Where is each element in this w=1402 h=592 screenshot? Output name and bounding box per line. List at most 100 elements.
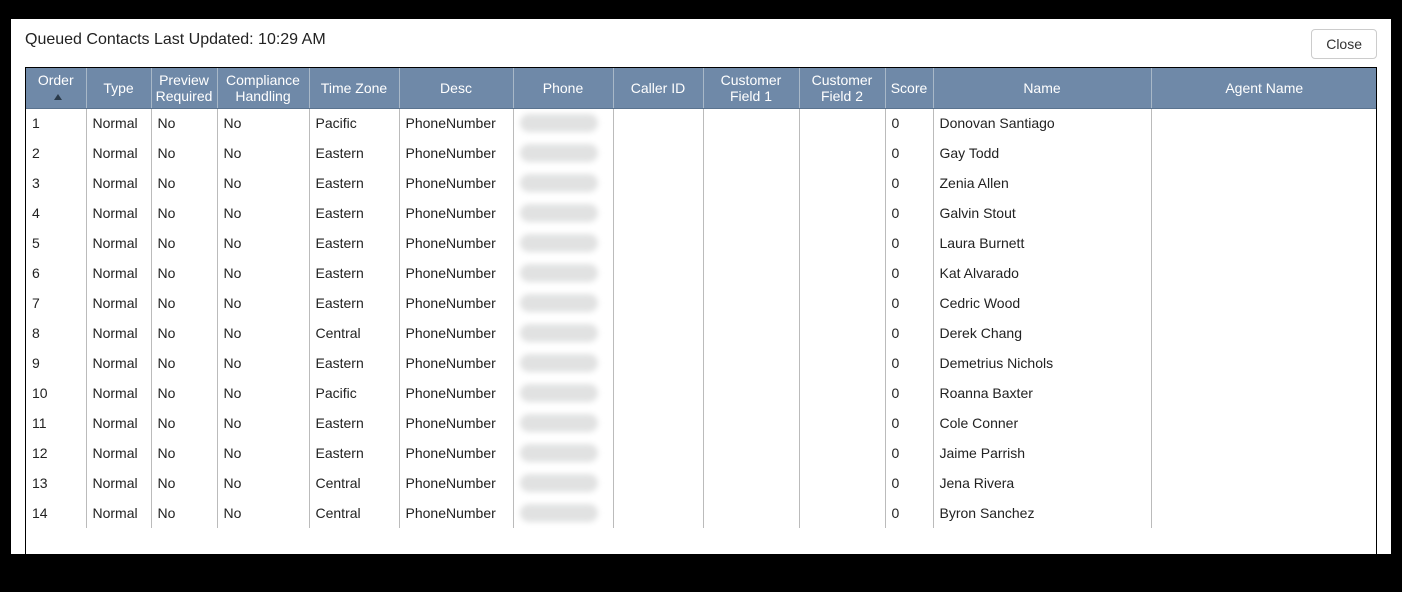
cell-desc: PhoneNumber (399, 498, 513, 528)
table-row[interactable]: 12NormalNoNoEasternPhoneNumber0Jaime Par… (26, 438, 1377, 468)
table-row[interactable]: 6NormalNoNoEasternPhoneNumber0Kat Alvara… (26, 258, 1377, 288)
cell-preview_required: No (151, 168, 217, 198)
cell-cf1 (703, 348, 799, 378)
cell-desc: PhoneNumber (399, 288, 513, 318)
cell-compliance_handling: No (217, 318, 309, 348)
cell-order: 4 (26, 198, 86, 228)
col-header-phone[interactable]: Phone (513, 68, 613, 108)
col-header-type[interactable]: Type (86, 68, 151, 108)
cell-cf1 (703, 138, 799, 168)
cell-caller_id (613, 498, 703, 528)
table-header-row: Order Type Preview Required Compliance H… (26, 68, 1377, 108)
table-row[interactable]: 2NormalNoNoEasternPhoneNumber0Gay Todd (26, 138, 1377, 168)
close-button[interactable]: Close (1311, 29, 1377, 59)
cell-phone (513, 108, 613, 138)
cell-cf2 (799, 108, 885, 138)
cell-cf2 (799, 468, 885, 498)
cell-score: 0 (885, 348, 933, 378)
cell-agent_name (1151, 198, 1377, 228)
cell-time_zone: Eastern (309, 138, 399, 168)
cell-preview_required: No (151, 108, 217, 138)
cell-compliance_handling: No (217, 468, 309, 498)
cell-desc: PhoneNumber (399, 108, 513, 138)
cell-caller_id (613, 438, 703, 468)
cell-score: 0 (885, 228, 933, 258)
cell-order: 9 (26, 348, 86, 378)
cell-order: 12 (26, 438, 86, 468)
cell-cf1 (703, 288, 799, 318)
table-row[interactable]: 4NormalNoNoEasternPhoneNumber0Galvin Sto… (26, 198, 1377, 228)
table-row[interactable]: 14NormalNoNoCentralPhoneNumber0Byron San… (26, 498, 1377, 528)
col-header-compliance-handling[interactable]: Compliance Handling (217, 68, 309, 108)
cell-phone (513, 258, 613, 288)
table-row[interactable]: 10NormalNoNoPacificPhoneNumber0Roanna Ba… (26, 378, 1377, 408)
cell-caller_id (613, 468, 703, 498)
cell-type: Normal (86, 318, 151, 348)
col-header-order[interactable]: Order (26, 68, 86, 108)
cell-name: Zenia Allen (933, 168, 1151, 198)
table-row[interactable]: 8NormalNoNoCentralPhoneNumber0Derek Chan… (26, 318, 1377, 348)
cell-cf1 (703, 108, 799, 138)
cell-cf2 (799, 408, 885, 438)
cell-score: 0 (885, 468, 933, 498)
col-header-agent-name[interactable]: Agent Name (1151, 68, 1377, 108)
col-header-score[interactable]: Score (885, 68, 933, 108)
cell-cf2 (799, 348, 885, 378)
col-header-customer-field-1[interactable]: Customer Field 1 (703, 68, 799, 108)
cell-desc: PhoneNumber (399, 408, 513, 438)
cell-time_zone: Eastern (309, 198, 399, 228)
cell-compliance_handling: No (217, 258, 309, 288)
cell-cf2 (799, 318, 885, 348)
cell-compliance_handling: No (217, 108, 309, 138)
cell-agent_name (1151, 138, 1377, 168)
cell-type: Normal (86, 408, 151, 438)
cell-desc: PhoneNumber (399, 168, 513, 198)
cell-score: 0 (885, 288, 933, 318)
col-header-caller-id[interactable]: Caller ID (613, 68, 703, 108)
table-row[interactable]: 9NormalNoNoEasternPhoneNumber0Demetrius … (26, 348, 1377, 378)
table-row[interactable]: 13NormalNoNoCentralPhoneNumber0Jena Rive… (26, 468, 1377, 498)
cell-compliance_handling: No (217, 378, 309, 408)
cell-preview_required: No (151, 348, 217, 378)
cell-type: Normal (86, 258, 151, 288)
cell-score: 0 (885, 198, 933, 228)
col-header-name[interactable]: Name (933, 68, 1151, 108)
table-row[interactable]: 3NormalNoNoEasternPhoneNumber0Zenia Alle… (26, 168, 1377, 198)
cell-time_zone: Central (309, 318, 399, 348)
cell-preview_required: No (151, 138, 217, 168)
table-row[interactable]: 7NormalNoNoEasternPhoneNumber0Cedric Woo… (26, 288, 1377, 318)
table-row[interactable]: 1NormalNoNoPacificPhoneNumber0Donovan Sa… (26, 108, 1377, 138)
cell-cf2 (799, 138, 885, 168)
cell-name: Donovan Santiago (933, 108, 1151, 138)
col-header-customer-field-2[interactable]: Customer Field 2 (799, 68, 885, 108)
cell-agent_name (1151, 168, 1377, 198)
col-header-desc[interactable]: Desc (399, 68, 513, 108)
cell-cf1 (703, 468, 799, 498)
redacted-phone (520, 324, 598, 342)
cell-compliance_handling: No (217, 198, 309, 228)
page-title: Queued Contacts Last Updated: 10:29 AM (25, 29, 326, 49)
cell-phone (513, 378, 613, 408)
cell-compliance_handling: No (217, 138, 309, 168)
cell-order: 11 (26, 408, 86, 438)
cell-score: 0 (885, 258, 933, 288)
cell-time_zone: Eastern (309, 438, 399, 468)
table-row[interactable]: 5NormalNoNoEasternPhoneNumber0Laura Burn… (26, 228, 1377, 258)
cell-cf2 (799, 288, 885, 318)
cell-phone (513, 198, 613, 228)
cell-cf1 (703, 318, 799, 348)
redacted-phone (520, 264, 598, 282)
col-header-label: Order (38, 72, 74, 88)
cell-type: Normal (86, 438, 151, 468)
cell-agent_name (1151, 438, 1377, 468)
cell-preview_required: No (151, 228, 217, 258)
cell-caller_id (613, 108, 703, 138)
col-header-time-zone[interactable]: Time Zone (309, 68, 399, 108)
redacted-phone (520, 234, 598, 252)
cell-agent_name (1151, 318, 1377, 348)
redacted-phone (520, 144, 598, 162)
cell-cf2 (799, 258, 885, 288)
table-row[interactable]: 11NormalNoNoEasternPhoneNumber0Cole Conn… (26, 408, 1377, 438)
cell-score: 0 (885, 498, 933, 528)
col-header-preview-required[interactable]: Preview Required (151, 68, 217, 108)
